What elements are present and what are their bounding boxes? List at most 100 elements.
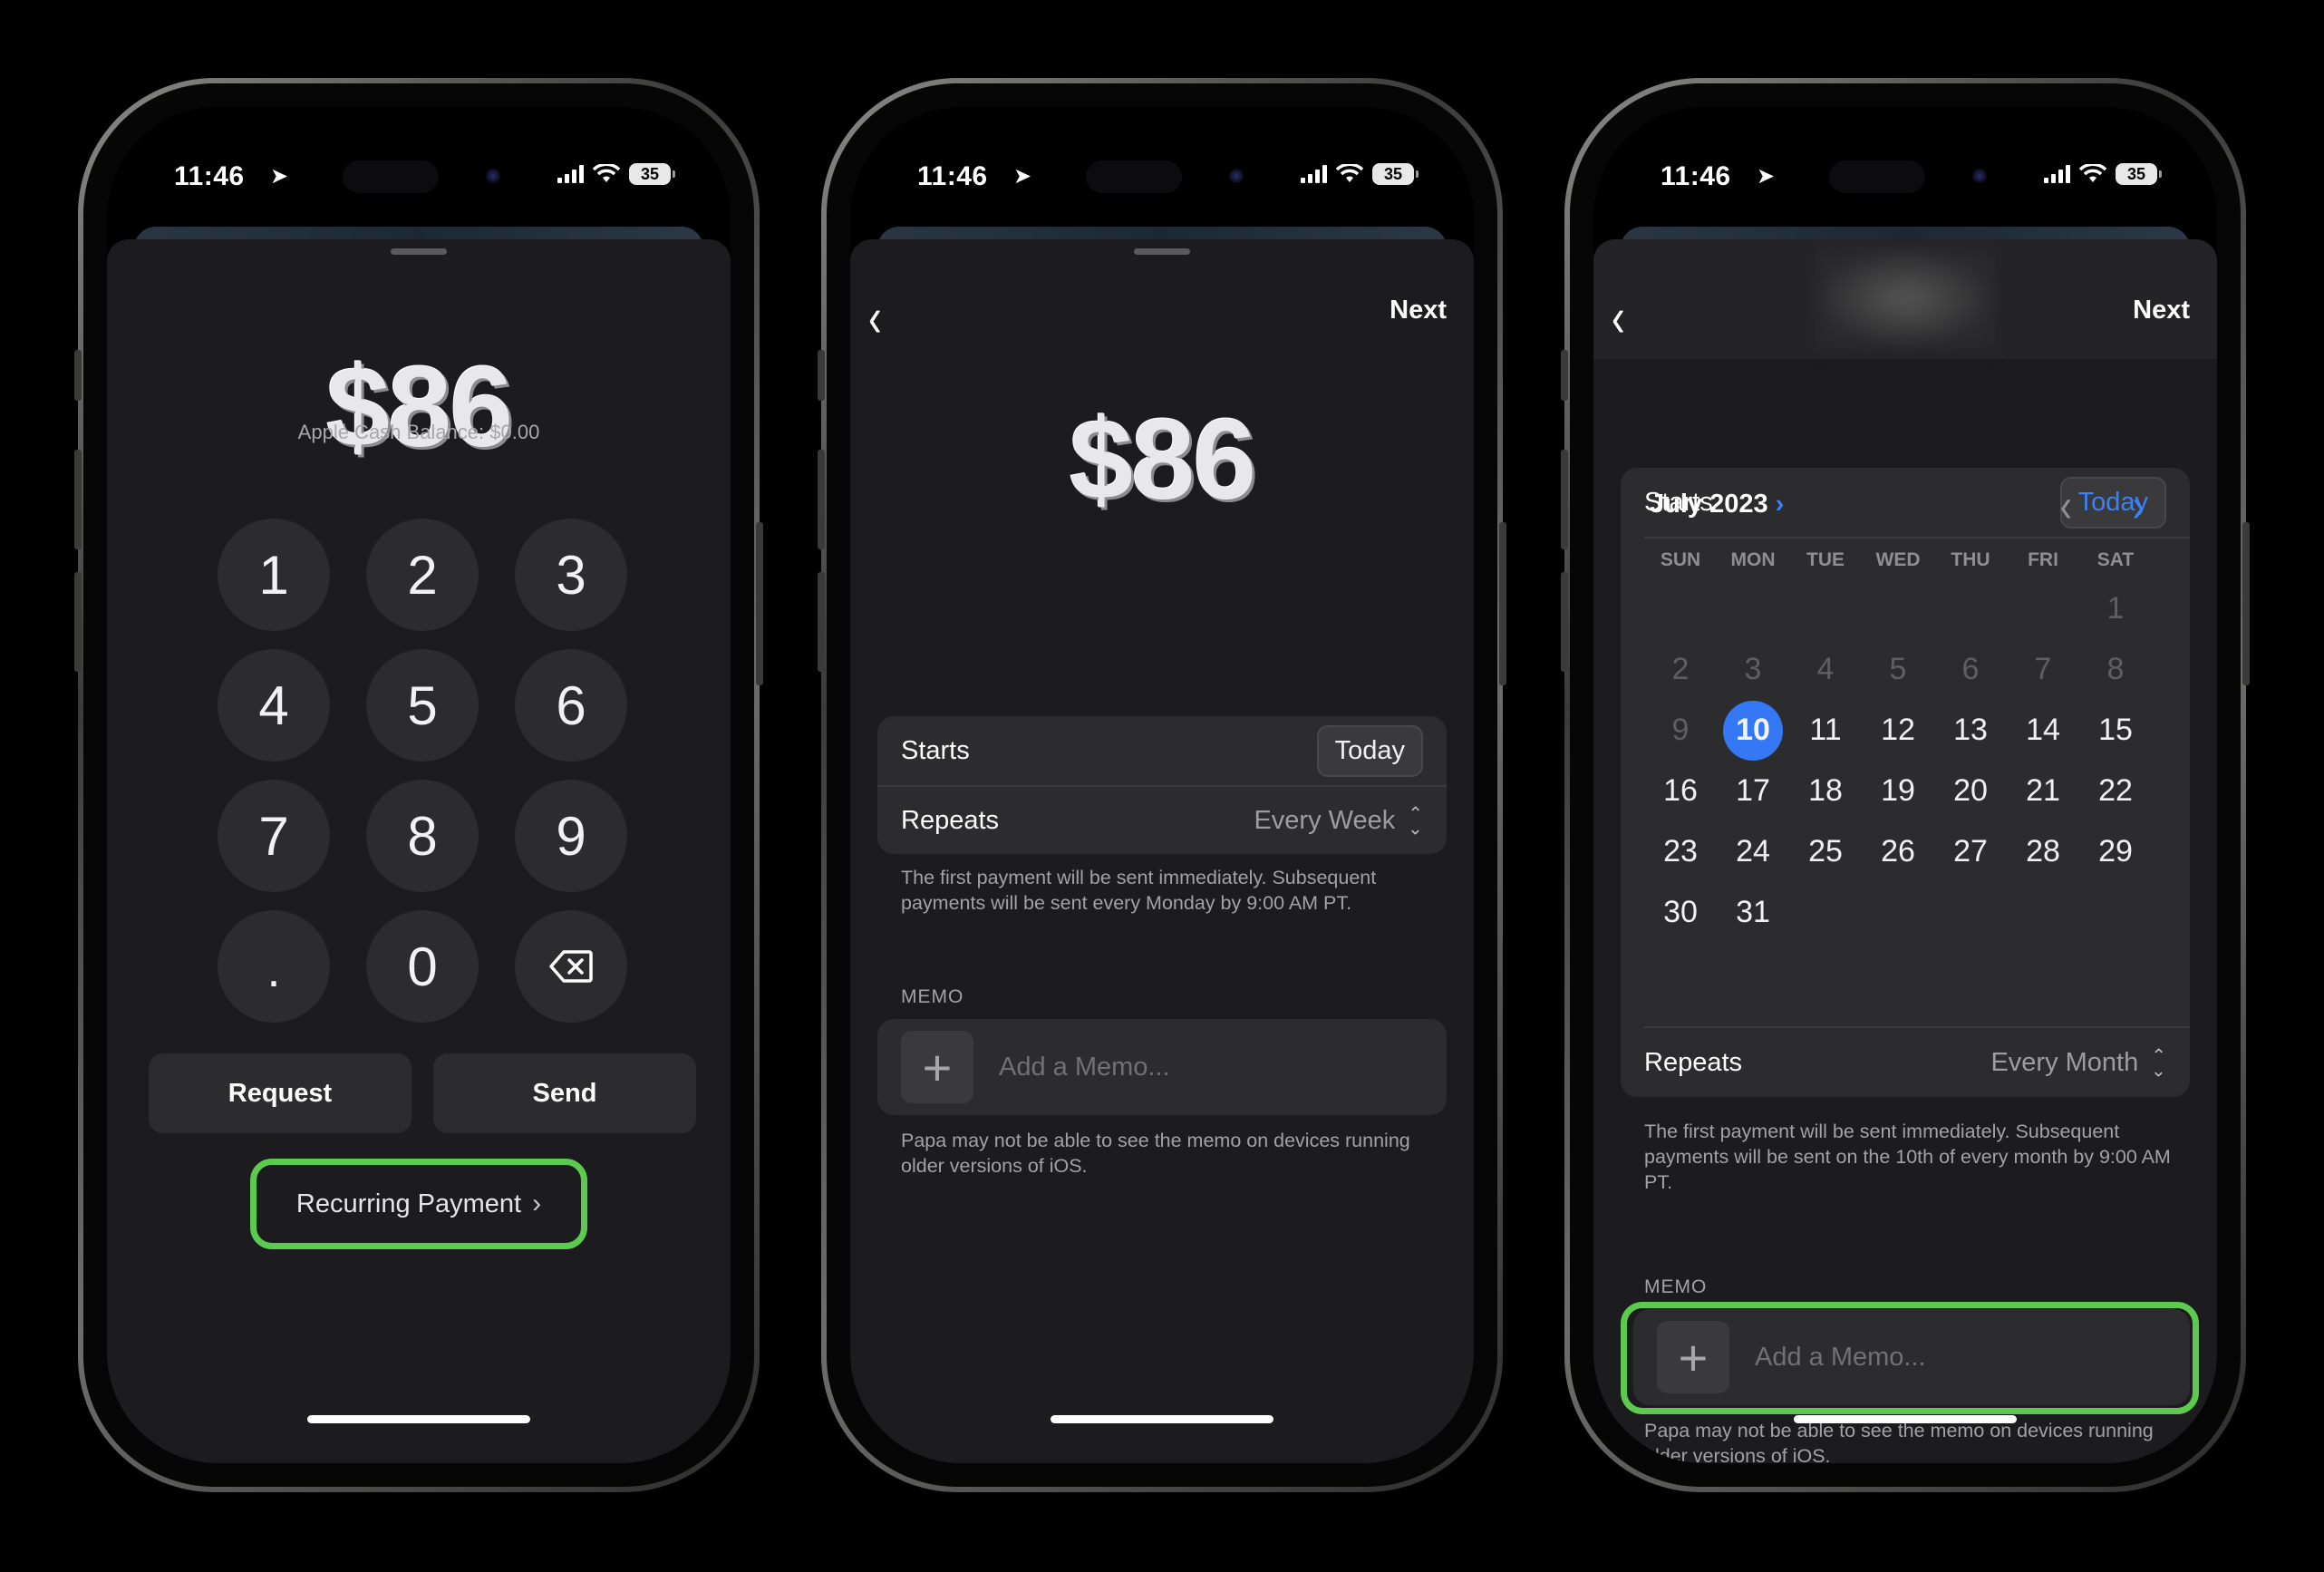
calendar-day[interactable]: 17 (1717, 761, 1789, 821)
calendar-day-disabled: 3 (1744, 652, 1762, 686)
calendar-day[interactable]: 25 (1789, 821, 1862, 882)
key-0[interactable]: 0 (366, 910, 479, 1023)
calendar-day[interactable]: 12 (1862, 700, 1934, 761)
calendar-day[interactable]: 26 (1862, 821, 1934, 882)
location-arrow-icon: ➤ (1013, 164, 1032, 189)
next-button[interactable]: Next (2133, 296, 2190, 325)
key-5[interactable]: 5 (366, 649, 479, 762)
battery-icon: 35 (2116, 163, 2162, 185)
cellular-signal-icon (1301, 165, 1327, 183)
recurring-payment-label: Recurring Payment (295, 1189, 522, 1218)
back-chevron-icon[interactable]: ‹ (1612, 286, 1625, 350)
calendar-day[interactable]: 29 (2079, 821, 2152, 882)
key-4[interactable]: 4 (218, 649, 330, 762)
key-2[interactable]: 2 (366, 519, 479, 631)
next-button[interactable]: Next (1390, 296, 1447, 325)
repeats-row[interactable]: Repeats Every Month ⌃ ⌃ (1621, 1028, 2190, 1097)
calendar-day[interactable]: 15 (2079, 700, 2152, 761)
weekday-label: SAT (2096, 549, 2135, 570)
calendar-day[interactable]: 23 (1644, 821, 1717, 882)
schedule-note: The first payment will be sent immediate… (1644, 1121, 2171, 1193)
repeats-row[interactable]: Repeats Every Week ⌃ ⌃ (877, 785, 1447, 854)
calendar-day[interactable]: 30 (1644, 882, 1717, 943)
memo-highlight (1621, 1302, 2199, 1414)
calendar-day[interactable]: 20 (1934, 761, 2007, 821)
memo-field[interactable]: + Add a Memo... (877, 1019, 1447, 1115)
starts-date-button[interactable]: Today (1316, 724, 1423, 777)
key-1[interactable]: 1 (218, 519, 330, 631)
calendar-day[interactable]: 13 (1934, 700, 2007, 761)
month-year-button[interactable]: July 2023 › (1650, 490, 1784, 519)
status-time: 11:46 (174, 161, 245, 191)
home-indicator[interactable] (307, 1415, 530, 1423)
calendar-days-grid: 1 2 3 4 5 6 7 8 9 10 11 12 13 14 15 16 1… (1644, 578, 2152, 943)
calendar-day[interactable]: 22 (2079, 761, 2152, 821)
blurred-amount (1815, 248, 1996, 348)
nav-bar: ‹ Next (850, 239, 1474, 350)
calendar-day[interactable]: 19 (1862, 761, 1934, 821)
status-bar: 11:46 ➤ 35 (1593, 107, 2217, 216)
home-indicator[interactable] (1051, 1415, 1273, 1423)
nav-bar: ‹ Next (1593, 239, 2217, 359)
key-decimal[interactable]: . (218, 910, 330, 1023)
calendar-day-selected[interactable]: 10 (1717, 700, 1789, 761)
calendar-header: July 2023 › ‹ › (1621, 470, 2190, 542)
chevron-right-icon: › (1775, 490, 1785, 519)
calendar-day-disabled: 5 (1889, 652, 1907, 686)
calendar-day[interactable]: 11 (1789, 700, 1862, 761)
weekday-label: SUN (1660, 549, 1701, 570)
calendar-day[interactable]: 24 (1717, 821, 1789, 882)
key-3[interactable]: 3 (515, 519, 627, 631)
dynamic-island (1815, 150, 1996, 203)
previous-month-chevron-icon[interactable]: ‹ (2060, 480, 2072, 533)
schedule-note: The first payment will be sent immediate… (901, 867, 1377, 914)
send-button[interactable]: Send (433, 1053, 696, 1133)
status-bar: 11:46 ➤ 35 (850, 107, 1474, 216)
month-year-label: July 2023 (1650, 490, 1768, 519)
amount-display: $86 (1069, 395, 1256, 523)
next-month-chevron-icon[interactable]: › (2133, 480, 2145, 533)
memo-section-label: MEMO (901, 986, 964, 1007)
phone-recurring-setup-screen: 11:46 ➤ 35 ‹ Next $86 Starts Today Repea… (818, 78, 1506, 1492)
status-time: 11:46 (917, 161, 988, 191)
calendar-day[interactable]: 31 (1717, 882, 1789, 943)
calendar-day[interactable]: 16 (1644, 761, 1717, 821)
repeats-label: Repeats (901, 805, 1000, 835)
recurring-payment-button[interactable]: Recurring Payment › (250, 1159, 587, 1249)
screen: 11:46 ➤ 35 ‹ Next Starts Today Repeats E… (1593, 107, 2217, 1463)
calendar-day[interactable]: 27 (1934, 821, 2007, 882)
repeats-value: Every Week (1254, 805, 1396, 835)
apple-cash-balance: Apple Cash Balance: $0.00 (297, 421, 540, 443)
calendar-day[interactable]: 18 (1789, 761, 1862, 821)
location-arrow-icon: ➤ (1757, 164, 1776, 189)
key-9[interactable]: 9 (515, 780, 627, 892)
calendar-day[interactable]: 21 (2007, 761, 2079, 821)
key-7[interactable]: 7 (218, 780, 330, 892)
repeats-picker[interactable]: Every Week ⌃ ⌃ (1254, 804, 1423, 837)
calendar-day[interactable]: 14 (2007, 700, 2079, 761)
cellular-signal-icon (2044, 165, 2070, 183)
number-keypad: 1 2 3 4 5 6 7 8 9 . 0 (218, 519, 627, 1023)
dynamic-island (328, 150, 509, 203)
weekday-label: THU (1951, 549, 1990, 570)
amount-display: $86 (325, 343, 513, 471)
chevron-up-down-icon: ⌃ ⌃ (1408, 804, 1423, 837)
phone-keypad-screen: 11:46 ➤ 35 $86 Apple Cash Balance: $0.00… (74, 78, 763, 1492)
battery-icon: 35 (629, 163, 675, 185)
wifi-icon (593, 164, 620, 182)
starts-row[interactable]: Starts Today (877, 716, 1447, 785)
calendar-day-disabled: 2 (1671, 652, 1690, 686)
request-button[interactable]: Request (149, 1053, 412, 1133)
memo-section-label: MEMO (1644, 1276, 1708, 1297)
sheet-grabber[interactable] (391, 248, 447, 255)
key-6[interactable]: 6 (515, 649, 627, 762)
delete-key[interactable] (515, 910, 627, 1023)
calendar-day[interactable]: 28 (2007, 821, 2079, 882)
memo-note: Papa may not be able to see the memo on … (1644, 1420, 2154, 1463)
back-chevron-icon[interactable]: ‹ (868, 286, 882, 350)
schedule-group: Starts Today Repeats Every Week ⌃ ⌃ (877, 716, 1447, 854)
key-8[interactable]: 8 (366, 780, 479, 892)
plus-icon[interactable]: + (901, 1031, 973, 1103)
home-indicator[interactable] (1794, 1415, 2017, 1423)
repeats-picker[interactable]: Every Month ⌃ ⌃ (1990, 1047, 2166, 1079)
